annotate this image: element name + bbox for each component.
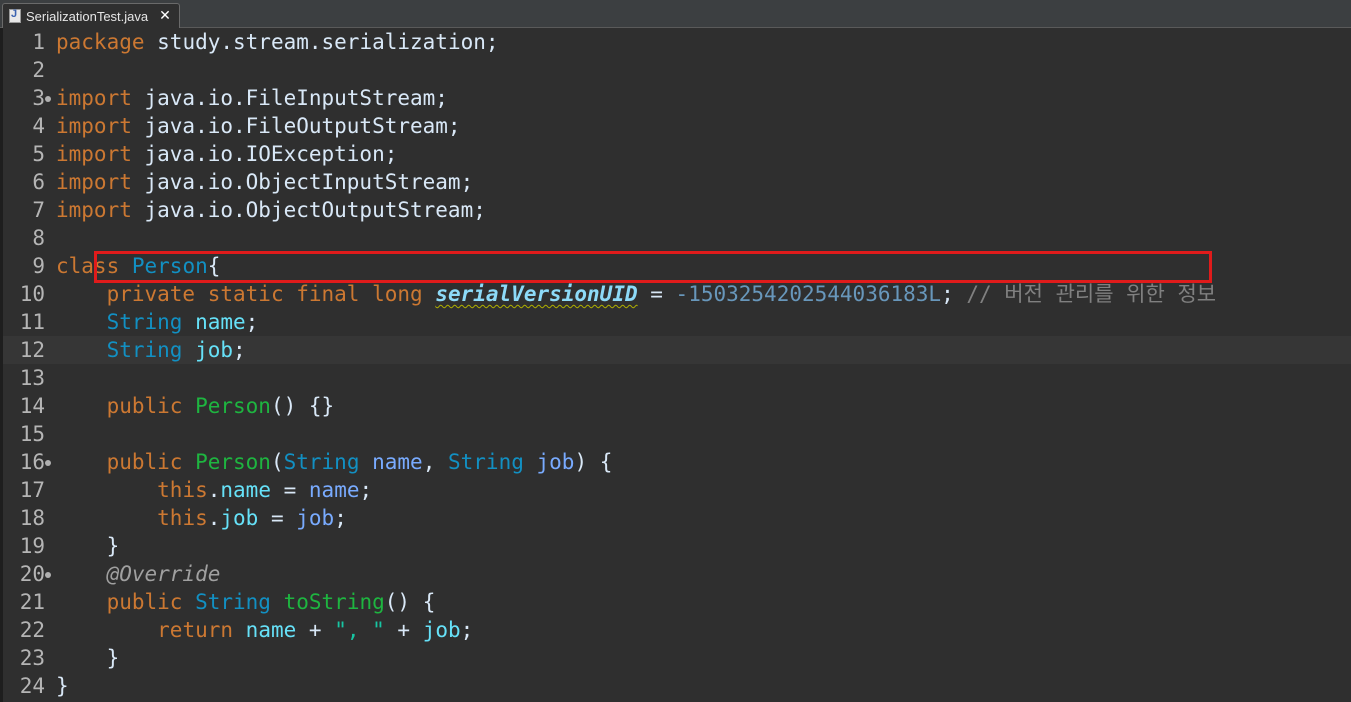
- line-number: 24: [19, 674, 45, 698]
- code-text: import java.io.ObjectOutputStream;: [56, 198, 486, 222]
- close-icon[interactable]: ✕: [159, 8, 171, 24]
- code-line: 13: [3, 364, 1351, 392]
- tab-serialization-test[interactable]: SerializationTest.java ✕: [2, 3, 180, 28]
- code-line: 3 import java.io.FileInputStream;: [3, 84, 1351, 112]
- line-number: 22: [19, 618, 45, 642]
- code-line: 1 package study.stream.serialization;: [3, 28, 1351, 56]
- code-line: 23 }: [3, 644, 1351, 672]
- code-line: 5 import java.io.IOException;: [3, 140, 1351, 168]
- line-number: 6: [32, 170, 45, 194]
- code-line: 4 import java.io.FileOutputStream;: [3, 112, 1351, 140]
- line-number: 8: [32, 226, 45, 250]
- code-line: 24 }: [3, 672, 1351, 700]
- code-text: public String toString() {: [106, 590, 436, 614]
- code-line-current: 12 String job;: [3, 336, 1351, 364]
- code-text: this.name = name;: [157, 478, 373, 502]
- code-text: class Person{: [56, 254, 221, 278]
- code-text: String job;: [106, 338, 246, 362]
- code-line: 9 class Person{: [3, 252, 1351, 280]
- code-text: }: [106, 646, 120, 670]
- code-text: public Person(String name, String job) {: [106, 450, 613, 474]
- fold-toggle-icon[interactable]: [45, 96, 51, 102]
- line-number: 21: [19, 590, 45, 614]
- code-line: 22 return name + ", " + job;: [3, 616, 1351, 644]
- line-number: 2: [32, 58, 45, 82]
- fold-toggle-icon[interactable]: [45, 460, 51, 466]
- code-line: 16 public Person(String name, String job…: [3, 448, 1351, 476]
- code-line: 7 import java.io.ObjectOutputStream;: [3, 196, 1351, 224]
- line-number: 9: [32, 254, 45, 278]
- line-number: 14: [19, 394, 45, 418]
- code-line: 17 this.name = name;: [3, 476, 1351, 504]
- code-text: this.job = job;: [157, 506, 347, 530]
- tab-label: SerializationTest.java: [26, 8, 149, 24]
- line-number: 18: [19, 506, 45, 530]
- line-number: 20: [19, 562, 45, 586]
- line-number: 5: [32, 142, 45, 166]
- code-text: String name;: [106, 310, 259, 334]
- line-number: 19: [19, 534, 45, 558]
- line-number: 7: [32, 198, 45, 222]
- code-line: 18 this.job = job;: [3, 504, 1351, 532]
- line-number: 4: [32, 114, 45, 138]
- code-line: 14 public Person() {}: [3, 392, 1351, 420]
- line-number: 11: [19, 310, 45, 334]
- code-line: 8: [3, 224, 1351, 252]
- code-text: import java.io.FileOutputStream;: [56, 114, 461, 138]
- line-number: 3: [32, 86, 45, 110]
- code-text: public Person() {}: [106, 394, 335, 418]
- code-text: package study.stream.serialization;: [56, 30, 499, 54]
- java-file-icon: [9, 8, 21, 23]
- code-line: 10 private static final long serialVersi…: [3, 280, 1351, 308]
- code-line: 6 import java.io.ObjectInputStream;: [3, 168, 1351, 196]
- line-number: 17: [19, 478, 45, 502]
- line-number: 15: [19, 422, 45, 446]
- fold-toggle-icon[interactable]: [45, 572, 51, 578]
- editor-tab-bar: SerializationTest.java ✕: [0, 0, 1351, 28]
- code-text: import java.io.ObjectInputStream;: [56, 170, 474, 194]
- code-text: @Override: [106, 562, 221, 586]
- line-number: 10: [19, 282, 45, 306]
- code-text: }: [106, 534, 120, 558]
- code-text: import java.io.FileInputStream;: [56, 86, 448, 110]
- code-text: }: [56, 674, 69, 698]
- line-number: 16: [19, 450, 45, 474]
- line-number: 1: [32, 30, 45, 54]
- code-line: 11 String name;: [3, 308, 1351, 336]
- line-number: 13: [19, 366, 45, 390]
- code-line: 2: [3, 56, 1351, 84]
- code-line: 21 public String toString() {: [3, 588, 1351, 616]
- code-text: private static final long serialVersionU…: [106, 282, 1217, 306]
- line-number: 12: [19, 338, 45, 362]
- code-line: 15: [3, 420, 1351, 448]
- code-text: import java.io.IOException;: [56, 142, 398, 166]
- line-number: 23: [19, 646, 45, 670]
- code-text: return name + ", " + job;: [157, 618, 474, 642]
- code-line: 20 @Override: [3, 560, 1351, 588]
- code-editor[interactable]: 1 package study.stream.serialization; 2 …: [3, 28, 1351, 702]
- code-line: 19 }: [3, 532, 1351, 560]
